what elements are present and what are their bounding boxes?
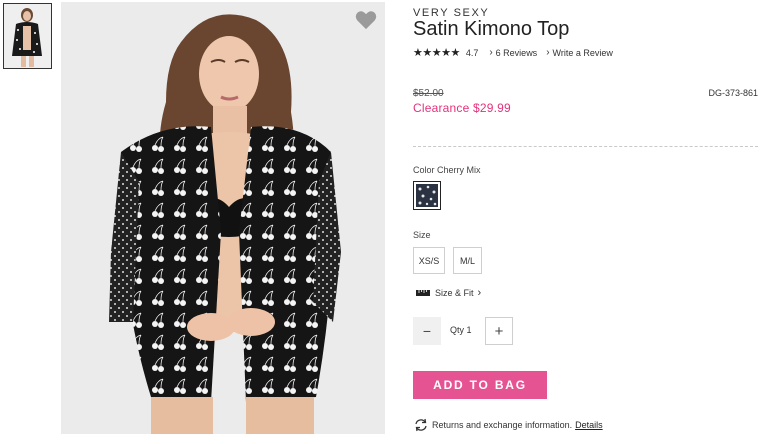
write-review-link[interactable]: Write a Review — [553, 48, 613, 58]
size-option-m-l[interactable]: M/L — [453, 247, 482, 274]
color-label: Color Cherry Mix — [413, 165, 481, 175]
reviews-link[interactable]: 6 Reviews — [496, 48, 538, 58]
heart-icon[interactable] — [355, 10, 377, 30]
size-option-xs-s[interactable]: XS/S — [413, 247, 445, 274]
qty-increase-button[interactable]: + — [485, 317, 513, 345]
chevron-right-icon: › — [477, 287, 482, 299]
product-sku: DG-373-861 — [708, 88, 758, 98]
qty-value: Qty 1 — [450, 325, 472, 335]
clearance-price: Clearance $29.99 — [413, 101, 511, 115]
section-divider — [413, 146, 758, 147]
swatch-pattern — [416, 184, 438, 207]
chevron-right-icon: › — [546, 47, 550, 58]
size-fit-label: Size & Fit — [435, 288, 474, 298]
returns-details-link[interactable]: Details — [575, 420, 603, 430]
product-thumbnail[interactable] — [3, 3, 52, 69]
model-photo — [61, 2, 385, 434]
rating-value: 4.7 — [465, 47, 479, 58]
returns-info: Returns and exchange information. Detail… — [413, 418, 603, 432]
rating-stars: ★★★★★ — [413, 47, 460, 59]
rating-row: ★★★★★ 4.7 › 6 Reviews › Write a Review — [413, 46, 613, 59]
add-to-bag-button[interactable]: ADD TO BAG — [413, 371, 547, 399]
color-swatch-cherry-mix[interactable] — [413, 181, 441, 210]
main-product-image — [61, 2, 385, 434]
exchange-cycle-icon — [415, 418, 427, 432]
original-price: $52.00 — [413, 88, 444, 99]
product-title: Satin Kimono Top — [413, 18, 570, 40]
qty-decrease-button[interactable]: − — [413, 317, 441, 345]
product-info-panel: VERY SEXY Satin Kimono Top ★★★★★ 4.7 › 6… — [413, 0, 758, 444]
returns-text: Returns and exchange information. — [432, 420, 573, 430]
ruler-icon — [416, 290, 430, 296]
size-label: Size — [413, 230, 431, 240]
size-fit-link[interactable]: Size & Fit › — [416, 287, 481, 299]
thumbnail-image — [4, 4, 51, 68]
chevron-right-icon: › — [489, 47, 493, 58]
